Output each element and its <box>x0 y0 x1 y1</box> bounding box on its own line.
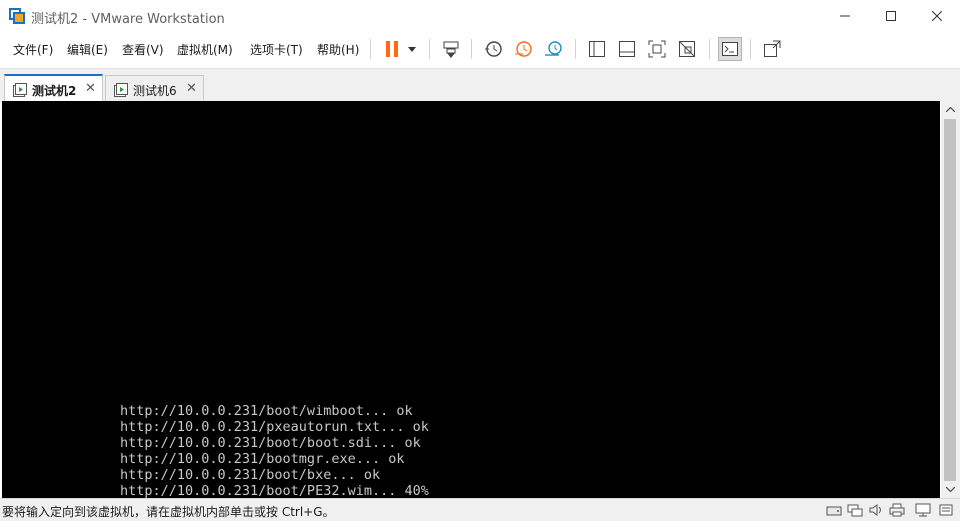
network-icon[interactable] <box>847 503 863 517</box>
snapshot-icon <box>485 41 502 57</box>
unity-icon <box>679 41 695 57</box>
toolbar-separator <box>471 39 472 59</box>
vertical-scrollbar[interactable] <box>941 101 960 498</box>
chevron-up-icon <box>946 107 955 112</box>
vmware-app-icon <box>9 8 25 24</box>
revert-snapshot-icon <box>515 41 532 57</box>
minimize-button[interactable] <box>822 0 868 32</box>
close-icon <box>932 11 942 21</box>
status-message: 要将输入定向到该虚拟机，请在虚拟机内部单击或按 Ctrl+G。 <box>2 505 335 519</box>
console-line: http://10.0.0.231/boot/wimboot... ok <box>120 403 413 419</box>
full-screen-button[interactable] <box>645 37 669 61</box>
sound-icon[interactable] <box>868 503 884 517</box>
vm-tab-icon <box>13 83 27 97</box>
pause-icon <box>386 41 398 57</box>
message-log-icon[interactable] <box>938 503 954 517</box>
show-library-button[interactable] <box>585 37 609 61</box>
tab-label: 测试机2 <box>32 84 77 98</box>
tab-vm-2[interactable]: 测试机2 ✕ <box>4 74 103 103</box>
status-bar: 要将输入定向到该虚拟机，请在虚拟机内部单击或按 Ctrl+G。 <box>0 498 960 521</box>
stretch-icon <box>764 40 781 57</box>
window-title: 测试机2 - VMware Workstation <box>31 12 225 27</box>
console-line: http://10.0.0.231/boot/boot.sdi... ok <box>120 435 421 451</box>
thumbnail-icon <box>619 41 635 57</box>
console-line: http://10.0.0.231/boot/bxe... ok <box>120 467 381 483</box>
hard-disk-icon[interactable] <box>826 503 842 517</box>
fullscreen-icon <box>648 40 666 58</box>
library-icon <box>589 41 605 57</box>
unity-button[interactable] <box>675 37 699 61</box>
title-bar: 测试机2 - VMware Workstation <box>0 0 960 32</box>
snapshot-manager-button[interactable] <box>541 37 565 61</box>
console-line: http://10.0.0.231/boot/PE32.wim... 40% <box>120 483 429 498</box>
scroll-up-button[interactable] <box>941 101 960 118</box>
menu-view[interactable]: 查看(V) <box>122 41 164 58</box>
stretch-guest-button[interactable] <box>760 37 784 61</box>
toolbar-separator <box>709 39 710 59</box>
display-icon[interactable] <box>915 503 931 517</box>
menu-edit[interactable]: 编辑(E) <box>67 41 108 58</box>
close-button[interactable] <box>914 0 960 32</box>
menu-file[interactable]: 文件(F) <box>13 41 53 58</box>
tab-label: 测试机6 <box>133 84 177 98</box>
chevron-down-icon <box>946 487 955 492</box>
send-keys-icon <box>443 41 459 58</box>
console-line: http://10.0.0.231/pxeautorun.txt... ok <box>120 419 429 435</box>
tab-strip: 测试机2 ✕ 测试机6 ✕ <box>0 68 960 103</box>
toolbar-separator <box>750 39 751 59</box>
console-line: http://10.0.0.231/bootmgr.exe... ok <box>120 451 405 467</box>
send-ctrl-alt-del-button[interactable] <box>439 37 463 61</box>
thumbnail-bar-button[interactable] <box>615 37 639 61</box>
power-dropdown-button[interactable] <box>401 37 423 61</box>
toolbar-separator <box>429 39 430 59</box>
scroll-down-button[interactable] <box>941 481 960 498</box>
tab-vm-6[interactable]: 测试机6 ✕ <box>105 75 204 103</box>
maximize-icon <box>886 11 896 21</box>
tab-close-icon[interactable]: ✕ <box>186 81 197 96</box>
menu-vm[interactable]: 虚拟机(M) <box>177 41 233 58</box>
tab-close-icon[interactable]: ✕ <box>85 81 96 96</box>
console-view-icon <box>722 42 738 56</box>
menu-help[interactable]: 帮助(H) <box>317 41 359 58</box>
printer-icon[interactable] <box>889 503 905 517</box>
scrollbar-thumb[interactable] <box>944 119 956 481</box>
toolbar-separator <box>370 39 371 59</box>
take-snapshot-button[interactable] <box>481 37 505 61</box>
console-view-button[interactable] <box>718 37 742 61</box>
toolbar-separator <box>575 39 576 59</box>
menu-tabs[interactable]: 选项卡(T) <box>250 41 303 58</box>
vm-console[interactable]: http://10.0.0.231/boot/wimboot... ok htt… <box>2 101 940 498</box>
minimize-icon <box>840 15 850 17</box>
vm-tab-icon <box>114 83 128 97</box>
revert-snapshot-button[interactable] <box>511 37 535 61</box>
maximize-button[interactable] <box>868 0 914 32</box>
menu-toolbar: 文件(F) 编辑(E) 查看(V) 虚拟机(M) 选项卡(T) 帮助(H) <box>0 32 960 66</box>
snapshot-manager-icon <box>545 41 562 56</box>
dropdown-arrow-icon <box>408 46 416 52</box>
